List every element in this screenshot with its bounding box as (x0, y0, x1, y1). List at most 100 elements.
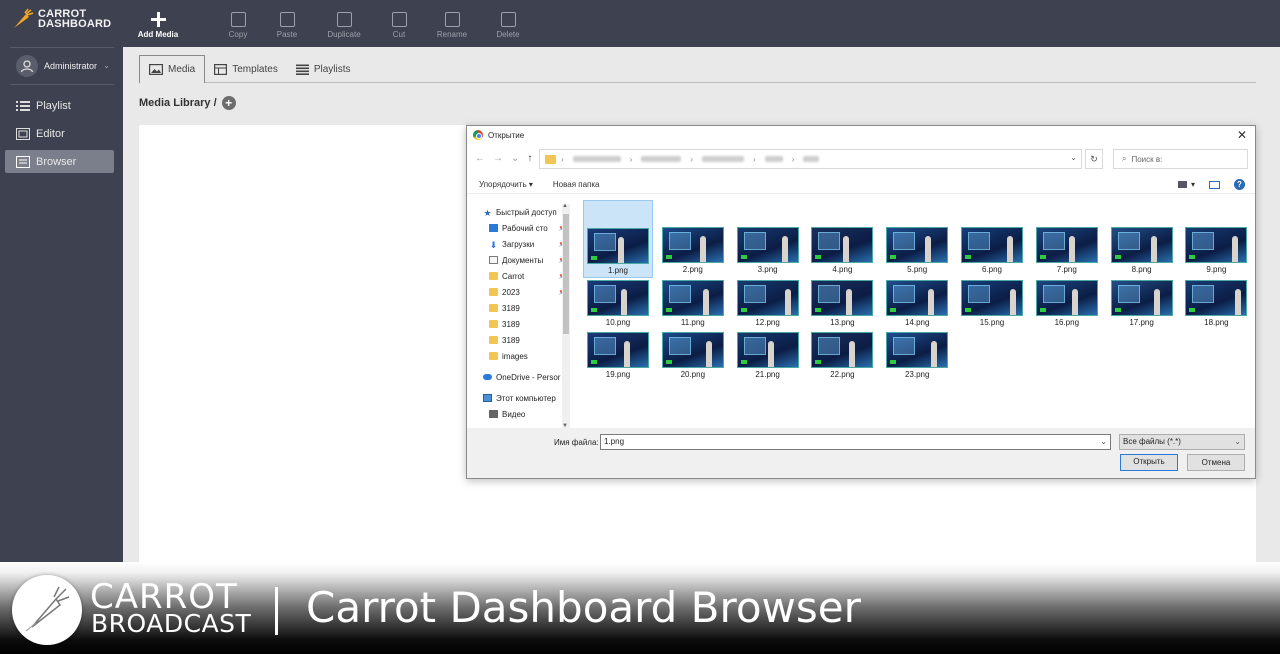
file-item[interactable]: 17.png (1107, 278, 1177, 330)
filename-input[interactable]: 1.png ⌄ (600, 434, 1111, 450)
refresh-icon[interactable]: ↻ (1085, 149, 1103, 169)
tree-item-label: Документы (502, 255, 544, 265)
close-icon[interactable]: ✕ (1237, 128, 1247, 142)
file-item[interactable]: 4.png (807, 200, 877, 278)
scroll-up-icon[interactable]: ▲ (562, 203, 568, 209)
view-options-button[interactable]: ▾ (1177, 180, 1195, 189)
file-item[interactable]: 13.png (807, 278, 877, 330)
file-item[interactable]: 12.png (733, 278, 803, 330)
tree-item[interactable]: 3189 (477, 316, 569, 332)
file-name: 18.png (1204, 318, 1229, 327)
tree-item[interactable]: Этот компьютер (477, 390, 569, 406)
copy-icon (230, 12, 246, 27)
tab-playlists[interactable]: Playlists (287, 55, 360, 83)
file-item[interactable]: 20.png (658, 330, 728, 382)
tree-item-label: Быстрый доступ (496, 207, 557, 217)
tree-scrollbar[interactable]: ▲ ▼ (562, 203, 570, 429)
app-logo[interactable]: CARROT DASHBOARD (12, 8, 111, 30)
tree-item[interactable]: images (477, 348, 569, 364)
search-icon: ⌕ (1122, 154, 1127, 163)
tree-item[interactable]: Видео (477, 406, 569, 422)
chevron-down-icon[interactable]: ⌄ (103, 61, 110, 70)
delete-button[interactable]: Delete (478, 12, 538, 39)
cut-button[interactable]: Cut (369, 12, 429, 39)
file-item[interactable]: 5.png (882, 200, 952, 278)
tab-media[interactable]: Media (139, 55, 206, 83)
duplicate-button[interactable]: Duplicate (314, 12, 374, 39)
tree-item[interactable]: ★ Быстрый доступ (477, 204, 569, 220)
back-arrow-icon[interactable]: ← (475, 153, 485, 164)
folder-icon (489, 336, 498, 344)
open-button[interactable]: Открыть (1120, 454, 1178, 471)
help-icon[interactable]: ? (1234, 179, 1245, 190)
add-media-button[interactable]: Add Media (128, 12, 188, 39)
search-input[interactable]: ⌕ Поиск в: (1113, 149, 1248, 169)
file-item[interactable]: 14.png (882, 278, 952, 330)
up-arrow-icon[interactable]: ↑ (527, 153, 532, 164)
file-item[interactable]: 23.png (882, 330, 952, 382)
tree-item[interactable]: 3189 (477, 332, 569, 348)
sidebar-item-playlist[interactable]: Playlist (5, 94, 114, 117)
scroll-thumb[interactable] (563, 214, 569, 334)
tree-item[interactable]: 3189 (477, 300, 569, 316)
new-folder-button[interactable]: Новая папка (553, 180, 600, 189)
address-path: › › › › › (561, 155, 820, 164)
recent-chevron-icon[interactable]: ⌄ (511, 153, 519, 164)
tree-item[interactable]: Рабочий сто📌 (477, 220, 569, 236)
file-item[interactable]: 3.png (733, 200, 803, 278)
chevron-down-icon[interactable]: ⌄ (1070, 153, 1077, 162)
tree-item[interactable]: Carrot📌 (477, 268, 569, 284)
paste-button[interactable]: Paste (257, 12, 317, 39)
rename-button[interactable]: Rename (422, 12, 482, 39)
rename-icon (444, 12, 460, 27)
file-thumbnail (661, 332, 724, 368)
file-item[interactable]: 7.png (1032, 200, 1102, 278)
preview-pane-icon[interactable] (1209, 180, 1220, 189)
tree-item-label: Carrot (502, 271, 525, 281)
user-name: Administrator (44, 61, 98, 71)
tree-item[interactable]: Документы📌 (477, 252, 569, 268)
user-menu[interactable]: Administrator ⌄ (10, 47, 114, 85)
file-thumbnail (1185, 280, 1248, 316)
file-name: 15.png (979, 318, 1005, 327)
file-item[interactable]: 8.png (1107, 200, 1177, 278)
file-item[interactable]: 19.png (583, 330, 653, 382)
plus-icon (150, 12, 166, 27)
file-item[interactable]: 9.png (1181, 200, 1251, 278)
file-item[interactable]: 15.png (957, 278, 1027, 330)
editor-icon (16, 127, 30, 140)
star-icon: ★ (483, 208, 492, 218)
cancel-button[interactable]: Отмена (1187, 454, 1245, 471)
sidebar-item-editor[interactable]: Editor (5, 122, 114, 145)
folder-icon (545, 154, 556, 164)
trash-icon (500, 12, 516, 27)
file-name: 9.png (1206, 265, 1227, 274)
file-item[interactable]: 10.png (583, 278, 653, 330)
add-folder-icon[interactable]: + (221, 96, 236, 110)
file-thumbnail (961, 227, 1023, 263)
tree-item[interactable]: 2023📌 (477, 284, 569, 300)
carrot-logo-icon (14, 8, 34, 28)
file-item[interactable]: 21.png (733, 330, 803, 382)
tree-item[interactable]: ⬇Загрузки📌 (477, 236, 569, 252)
file-item[interactable]: 22.png (807, 330, 877, 382)
tree-item[interactable]: OneDrive - Persor (477, 369, 569, 385)
file-item[interactable]: 18.png (1181, 278, 1251, 330)
file-item[interactable]: 6.png (957, 200, 1027, 278)
filetype-select[interactable]: Все файлы (*.*) ⌄ (1119, 434, 1245, 450)
filename-label: Имя файла: (554, 438, 599, 447)
view-icon (1177, 181, 1187, 188)
folder-icon (489, 304, 498, 312)
tab-templates[interactable]: Templates (205, 55, 287, 83)
file-item[interactable]: 16.png (1032, 278, 1102, 330)
chevron-down-icon[interactable]: ⌄ (1100, 435, 1107, 449)
file-item[interactable]: 1.png (583, 200, 653, 278)
organize-button[interactable]: Упорядочить ▾ (479, 180, 533, 189)
nav-arrows: ← → ⌄ ↑ (475, 153, 532, 164)
file-item[interactable]: 2.png (658, 200, 728, 278)
tree-item-label: Загрузки (502, 239, 535, 249)
forward-arrow-icon[interactable]: → (493, 153, 503, 164)
address-bar[interactable]: › › › › › ⌄ (539, 149, 1082, 169)
sidebar-item-browser[interactable]: Browser (5, 150, 114, 173)
file-item[interactable]: 11.png (658, 278, 728, 330)
